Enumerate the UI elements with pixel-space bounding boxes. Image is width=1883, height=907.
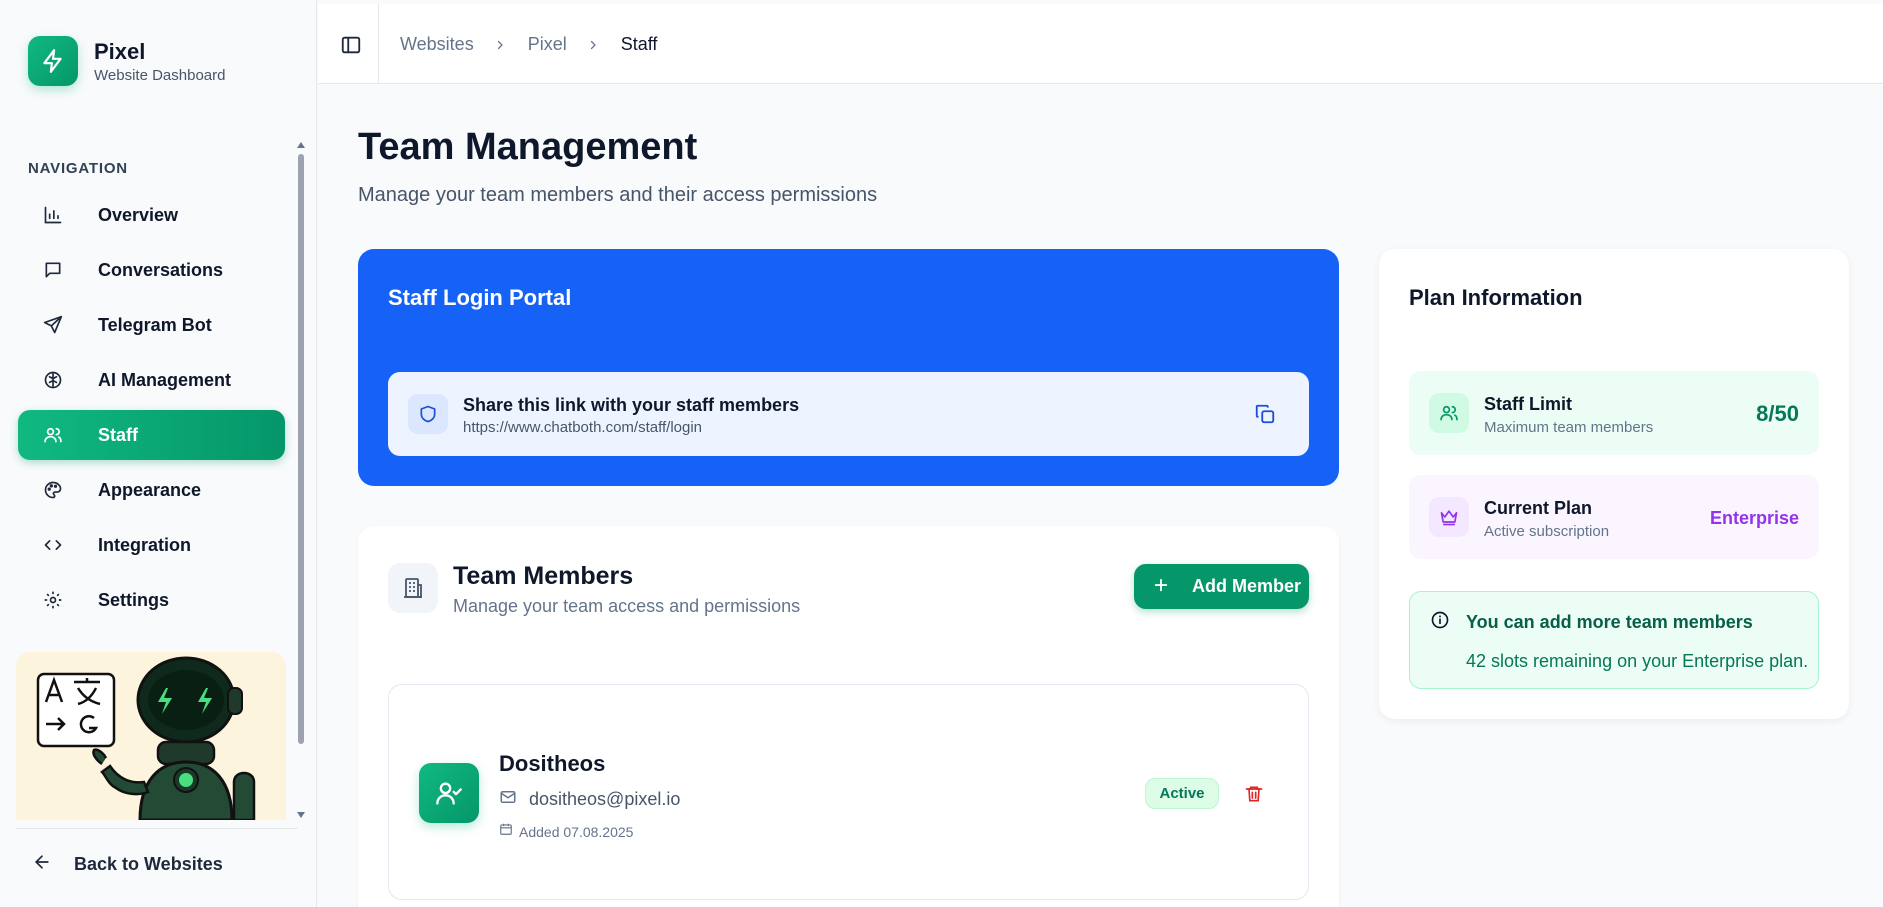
sidebar-divider bbox=[16, 828, 298, 829]
breadcrumb-pixel[interactable]: Pixel bbox=[528, 34, 567, 55]
current-plan-label: Current Plan bbox=[1484, 498, 1593, 518]
sidebar-item-label: Staff bbox=[98, 424, 138, 445]
arrow-left-icon bbox=[32, 852, 52, 877]
plus-icon bbox=[1152, 576, 1170, 597]
palette-icon bbox=[42, 479, 64, 501]
sidebar-item-label: Telegram Bot bbox=[98, 314, 212, 335]
portal-link-label: Share this link with your staff members bbox=[463, 395, 800, 415]
sidebar-item-overview[interactable]: Overview bbox=[18, 190, 285, 240]
user-check-icon bbox=[419, 763, 479, 823]
scroll-down-arrow-icon[interactable] bbox=[297, 812, 305, 818]
current-plan-row: Current Plan Active subscription Enterpr… bbox=[1409, 475, 1819, 559]
sidebar-toggle-icon[interactable] bbox=[340, 34, 364, 58]
gear-icon bbox=[42, 589, 64, 611]
breadcrumb-websites[interactable]: Websites bbox=[400, 34, 474, 55]
sidebar-item-label: Conversations bbox=[98, 259, 224, 280]
topbar-divider bbox=[378, 4, 379, 84]
add-member-button[interactable]: Add Member bbox=[1134, 564, 1309, 609]
brand-name: Pixel bbox=[94, 38, 146, 64]
staff-login-portal-card: Staff Login Portal Share this link with … bbox=[358, 249, 1339, 486]
copy-icon[interactable] bbox=[1251, 400, 1279, 428]
back-to-websites-label: Back to Websites bbox=[74, 854, 223, 874]
sidebar-item-label: AI Management bbox=[98, 369, 232, 390]
member-email-row: dositheos@pixel.io bbox=[499, 788, 680, 811]
sidebar-item-settings[interactable]: Settings bbox=[18, 575, 285, 625]
users-icon bbox=[1429, 393, 1469, 433]
info-icon bbox=[1430, 610, 1450, 635]
mail-icon bbox=[499, 788, 517, 811]
brand-subtitle: Website Dashboard bbox=[94, 66, 226, 84]
staff-limit-value: 8/50 bbox=[1756, 401, 1799, 426]
sidebar-nav: Overview Conversations Telegram Bot AI M… bbox=[18, 190, 285, 630]
page-subtitle: Manage your team members and their acces… bbox=[358, 184, 878, 206]
staff-limit-row: Staff Limit Maximum team members 8/50 bbox=[1409, 371, 1819, 455]
code-icon bbox=[42, 534, 64, 556]
member-card: Dositheos dositheos@pixel.io Added 07.08… bbox=[388, 684, 1309, 900]
portal-link-box: Share this link with your staff members … bbox=[388, 372, 1309, 456]
sidebar-item-label: Appearance bbox=[98, 479, 202, 500]
current-plan-value: Enterprise bbox=[1709, 508, 1799, 528]
brain-icon bbox=[42, 369, 64, 391]
member-added-date: Added 07.08.2025 bbox=[519, 823, 634, 840]
back-to-websites-link[interactable]: Back to Websites bbox=[32, 852, 223, 877]
sidebar-item-telegram-bot[interactable]: Telegram Bot bbox=[18, 300, 285, 350]
promo-illustration bbox=[16, 652, 286, 820]
page-title: Team Management bbox=[358, 126, 698, 168]
chevron-right-icon bbox=[587, 39, 599, 51]
sidebar-item-staff[interactable]: Staff bbox=[18, 410, 285, 460]
current-plan-subtitle: Active subscription bbox=[1484, 523, 1610, 540]
crown-icon bbox=[1429, 497, 1469, 537]
building-icon bbox=[388, 563, 438, 613]
notice-text: 42 slots remaining on your Enterprise pl… bbox=[1466, 651, 1809, 671]
member-email: dositheos@pixel.io bbox=[529, 789, 681, 809]
plan-information-card: Plan Information Staff Limit Maximum tea… bbox=[1379, 249, 1849, 719]
sidebar-item-label: Settings bbox=[98, 589, 170, 610]
add-member-label: Add Member bbox=[1192, 576, 1302, 596]
chat-bubble-icon bbox=[42, 259, 64, 281]
member-added-row: Added 07.08.2025 bbox=[499, 822, 633, 841]
team-members-title: Team Members bbox=[453, 562, 634, 590]
notice-title: You can add more team members bbox=[1466, 612, 1753, 632]
lightning-bolt-icon bbox=[28, 36, 78, 86]
team-members-subtitle: Manage your team access and permissions bbox=[453, 596, 801, 616]
calendar-icon bbox=[499, 822, 513, 841]
portal-link-url[interactable]: https://www.chatboth.com/staff/login bbox=[463, 419, 702, 436]
member-name: Dositheos bbox=[499, 751, 606, 776]
portal-title: Staff Login Portal bbox=[388, 285, 572, 310]
shield-icon bbox=[408, 394, 448, 434]
users-icon bbox=[42, 424, 64, 446]
breadcrumb-staff: Staff bbox=[620, 34, 658, 54]
nav-heading: NAVIGATION bbox=[28, 160, 128, 177]
sidebar-item-integration[interactable]: Integration bbox=[18, 520, 285, 570]
status-badge: Active bbox=[1145, 778, 1219, 809]
sidebar-item-conversations[interactable]: Conversations bbox=[18, 245, 285, 295]
sidebar-item-ai-management[interactable]: AI Management bbox=[18, 355, 285, 405]
sidebar-item-label: Integration bbox=[98, 534, 191, 555]
brand[interactable]: Pixel Website Dashboard bbox=[28, 36, 225, 86]
chevron-right-icon bbox=[494, 39, 506, 51]
sidebar-scrollbar[interactable] bbox=[296, 140, 306, 820]
sidebar-item-appearance[interactable]: Appearance bbox=[18, 465, 285, 515]
capacity-notice: You can add more team members 42 slots r… bbox=[1409, 591, 1819, 689]
scroll-up-arrow-icon[interactable] bbox=[297, 142, 305, 148]
send-icon bbox=[42, 314, 64, 336]
staff-limit-subtitle: Maximum team members bbox=[1484, 419, 1654, 436]
staff-limit-label: Staff Limit bbox=[1484, 394, 1572, 414]
scroll-thumb[interactable] bbox=[298, 154, 304, 744]
trash-icon[interactable] bbox=[1241, 781, 1267, 807]
topbar: Websites Pixel Staff bbox=[318, 4, 1883, 84]
bar-chart-icon bbox=[42, 204, 64, 226]
team-members-card: Team Members Manage your team access and… bbox=[358, 526, 1339, 907]
sidebar: Pixel Website Dashboard NAVIGATION Overv… bbox=[0, 0, 317, 907]
sidebar-item-label: Overview bbox=[98, 204, 179, 225]
plan-title: Plan Information bbox=[1409, 285, 1583, 310]
breadcrumb: Websites Pixel Staff bbox=[400, 34, 657, 55]
